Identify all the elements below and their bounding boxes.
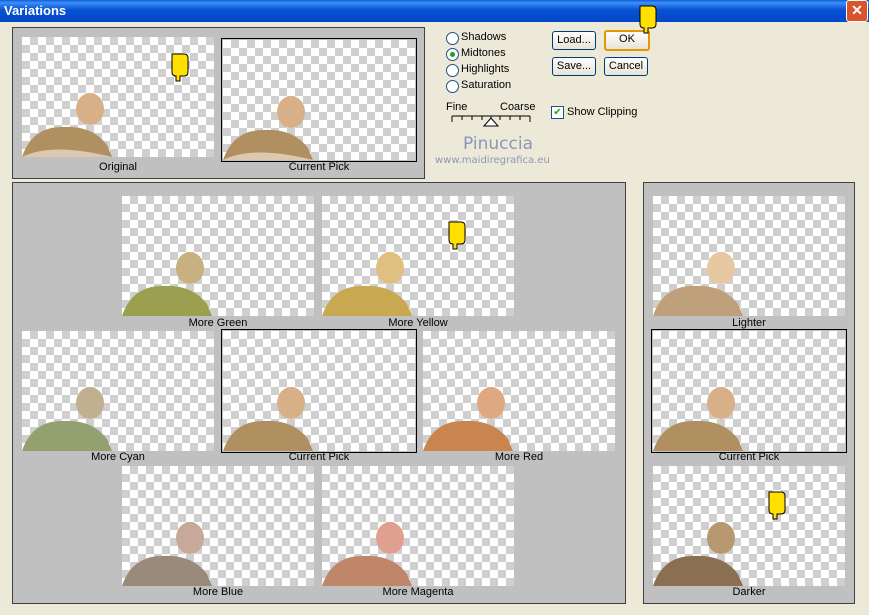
- darker-thumbnail[interactable]: [653, 466, 845, 586]
- lighter-thumbnail[interactable]: [653, 196, 845, 316]
- more-red-thumbnail[interactable]: [423, 331, 615, 451]
- window-title: Variations: [4, 3, 67, 18]
- coarse-label: Coarse: [500, 101, 536, 113]
- radio-shadows[interactable]: Shadows: [446, 31, 536, 46]
- more-cyan-label: More Cyan: [91, 451, 145, 463]
- variations-dialog: Original Current Pick Shadows Midtones H…: [0, 5, 869, 615]
- watermark-url: www.maidiregrafica.eu: [435, 155, 550, 166]
- slider-thumb-icon: [482, 117, 500, 127]
- color-variations-panel: More Green More Yellow More Cyan Current…: [12, 182, 626, 604]
- close-button[interactable]: ✕: [846, 0, 868, 22]
- more-blue-thumbnail[interactable]: [122, 466, 314, 586]
- hand-pointer-icon: [639, 5, 657, 34]
- image-preview: [22, 93, 112, 157]
- lighter-label: Lighter: [732, 317, 766, 329]
- current-pick-brightness-thumbnail[interactable]: [651, 329, 847, 453]
- hand-pointer-icon: [448, 221, 466, 250]
- current-pick-brightness-label: Current Pick: [718, 451, 780, 463]
- radio-midtones[interactable]: Midtones: [446, 47, 536, 62]
- more-yellow-thumbnail[interactable]: [322, 196, 514, 316]
- more-magenta-label: More Magenta: [382, 586, 454, 598]
- more-magenta-thumbnail[interactable]: [322, 466, 514, 586]
- darker-label: Darker: [732, 586, 766, 598]
- original-label: Original: [99, 161, 137, 173]
- radio-saturation[interactable]: Saturation: [446, 79, 536, 94]
- more-green-label: More Green: [188, 317, 248, 329]
- radio-dot-icon: [450, 52, 455, 57]
- checkmark-icon: ✔: [551, 106, 564, 119]
- close-icon: ✕: [851, 2, 863, 18]
- load-button[interactable]: Load...: [552, 31, 596, 50]
- current-pick-label: Current Pick: [288, 161, 350, 173]
- current-pick-thumbnail: [221, 38, 417, 162]
- hand-pointer-icon: [768, 491, 786, 520]
- current-pick-color-label: Current Pick: [288, 451, 350, 463]
- image-preview: [223, 96, 313, 160]
- radio-highlights[interactable]: Highlights: [446, 63, 536, 78]
- current-pick-color-thumbnail[interactable]: [221, 329, 417, 453]
- more-red-label: More Red: [494, 451, 544, 463]
- save-button[interactable]: Save...: [552, 57, 596, 76]
- more-yellow-label: More Yellow: [388, 317, 448, 329]
- fine-label: Fine: [446, 101, 468, 113]
- brightness-panel: Lighter Current Pick Darker: [643, 182, 855, 604]
- cancel-button[interactable]: Cancel: [604, 57, 648, 76]
- more-green-thumbnail[interactable]: [122, 196, 314, 316]
- fine-coarse-slider[interactable]: [450, 114, 534, 130]
- preview-panel: Original Current Pick: [12, 27, 425, 179]
- hand-pointer-icon: [171, 53, 189, 82]
- more-cyan-thumbnail[interactable]: [22, 331, 214, 451]
- title-bar: Variations ✕: [0, 0, 869, 22]
- watermark-name: Pinuccia: [463, 134, 533, 154]
- show-clipping-checkbox[interactable]: ✔ Show Clipping: [551, 106, 646, 120]
- more-blue-label: More Blue: [192, 586, 244, 598]
